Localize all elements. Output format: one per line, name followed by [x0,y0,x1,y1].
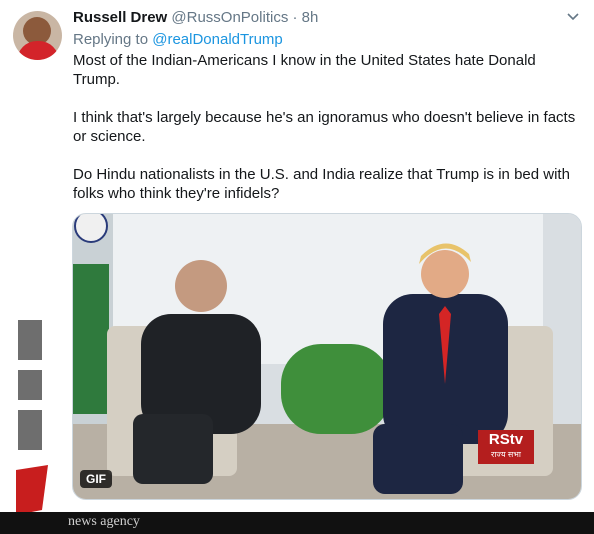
tweet-header: Russell Drew @RussOnPolitics · 8h [73,9,318,26]
channel-logo-text: RStv [488,431,524,448]
watermark-logo-icon [16,320,48,515]
replying-to: Replying to @realDonaldTrump [73,31,283,48]
chevron-down-icon[interactable] [566,10,580,24]
separator-dot: · [292,9,298,26]
tweet-time[interactable]: 8h [302,9,319,26]
tweet[interactable]: Russell Drew @RussOnPolitics · 8h Replyi… [0,0,594,534]
tweet-paragraph-3: Do Hindu nationalists in the U.S. and In… [73,166,570,202]
gif-badge: GIF [80,470,112,488]
avatar-shirt [17,41,59,60]
replying-to-link[interactable]: @realDonaldTrump [152,31,283,48]
channel-logo-subtext: राज्य सभा [491,450,521,459]
replying-prefix: Replying to [73,31,149,48]
avatar[interactable] [13,11,62,60]
tweet-paragraph-2: I think that's largely because he's an i… [73,109,576,145]
watermark-footer-text: news agency [68,514,140,529]
author-name[interactable]: Russell Drew [73,9,167,26]
author-handle[interactable]: @RussOnPolitics [171,9,288,26]
tweet-paragraph-1: Most of the Indian-Americans I know in t… [73,52,536,88]
channel-logo: RStv राज्य सभा [478,430,534,464]
